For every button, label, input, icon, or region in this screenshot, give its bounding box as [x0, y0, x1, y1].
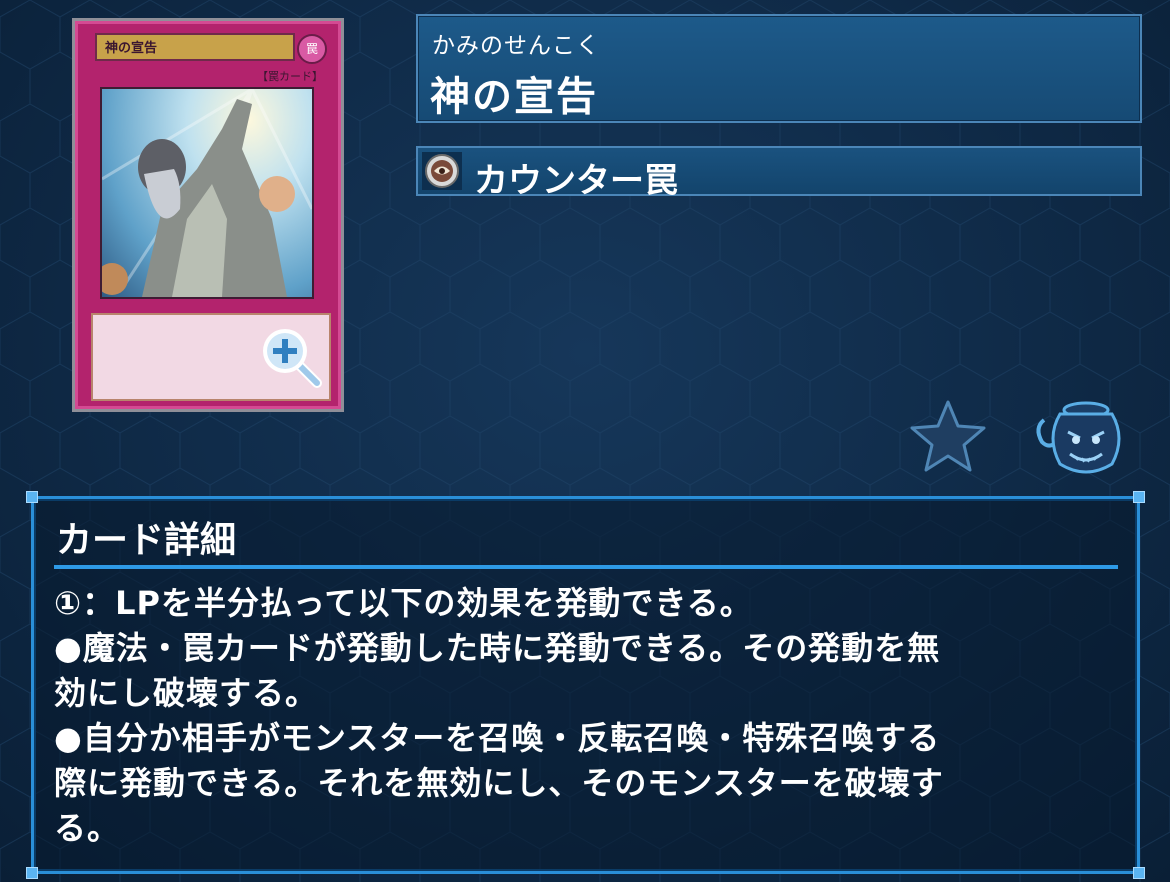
card-title: 神の宣告: [430, 74, 598, 120]
star-icon[interactable]: [908, 398, 988, 474]
effect-line: ●自分か相手がモンスターを召喚・反転召喚・特殊召喚する: [54, 719, 941, 757]
effect-line: る。: [54, 809, 121, 847]
card-image[interactable]: 神の宣告 罠 【罠カード】: [72, 18, 344, 412]
counter-trap-icon: [422, 152, 462, 190]
corner-ornament: [26, 491, 38, 503]
detail-heading: カード詳細: [56, 520, 237, 561]
card-type-label: カウンター罠: [474, 161, 678, 201]
effect-line: ①：LPを半分払って以下の効果を発動できる。: [54, 584, 753, 622]
effect-line: 効にし破壊する。: [54, 674, 319, 712]
pot-of-greed-icon[interactable]: [1030, 398, 1126, 478]
detail-divider: [54, 565, 1118, 569]
card-image-attribute: 罠: [297, 34, 327, 64]
effect-line: 際に発動できる。それを無効にし、そのモンスターを破壊す: [54, 764, 944, 802]
card-detail-panel: カード詳細 ①：LPを半分払って以下の効果を発動できる。 ●魔法・罠カードが発動…: [26, 491, 1145, 879]
effect-line: ●魔法・罠カードが発動した時に発動できる。その発動を無: [54, 629, 941, 667]
card-image-name: 神の宣告: [95, 33, 295, 61]
magnify-plus-icon[interactable]: [259, 325, 323, 389]
card-type-panel: カウンター罠: [416, 146, 1142, 201]
card-artwork-figure: [102, 89, 312, 297]
card-title-panel: かみのせんこく 神の宣告: [416, 14, 1142, 123]
corner-ornament: [26, 867, 38, 879]
card-artwork: [100, 87, 314, 299]
corner-ornament: [1133, 491, 1145, 503]
card-ruby: かみのせんこく: [432, 33, 600, 59]
card-image-type: 【罠カード】: [257, 70, 323, 83]
corner-ornament: [1133, 867, 1145, 879]
card-effect-text: ①：LPを半分払って以下の効果を発動できる。 ●魔法・罠カードが発動した時に発動…: [54, 581, 1124, 851]
